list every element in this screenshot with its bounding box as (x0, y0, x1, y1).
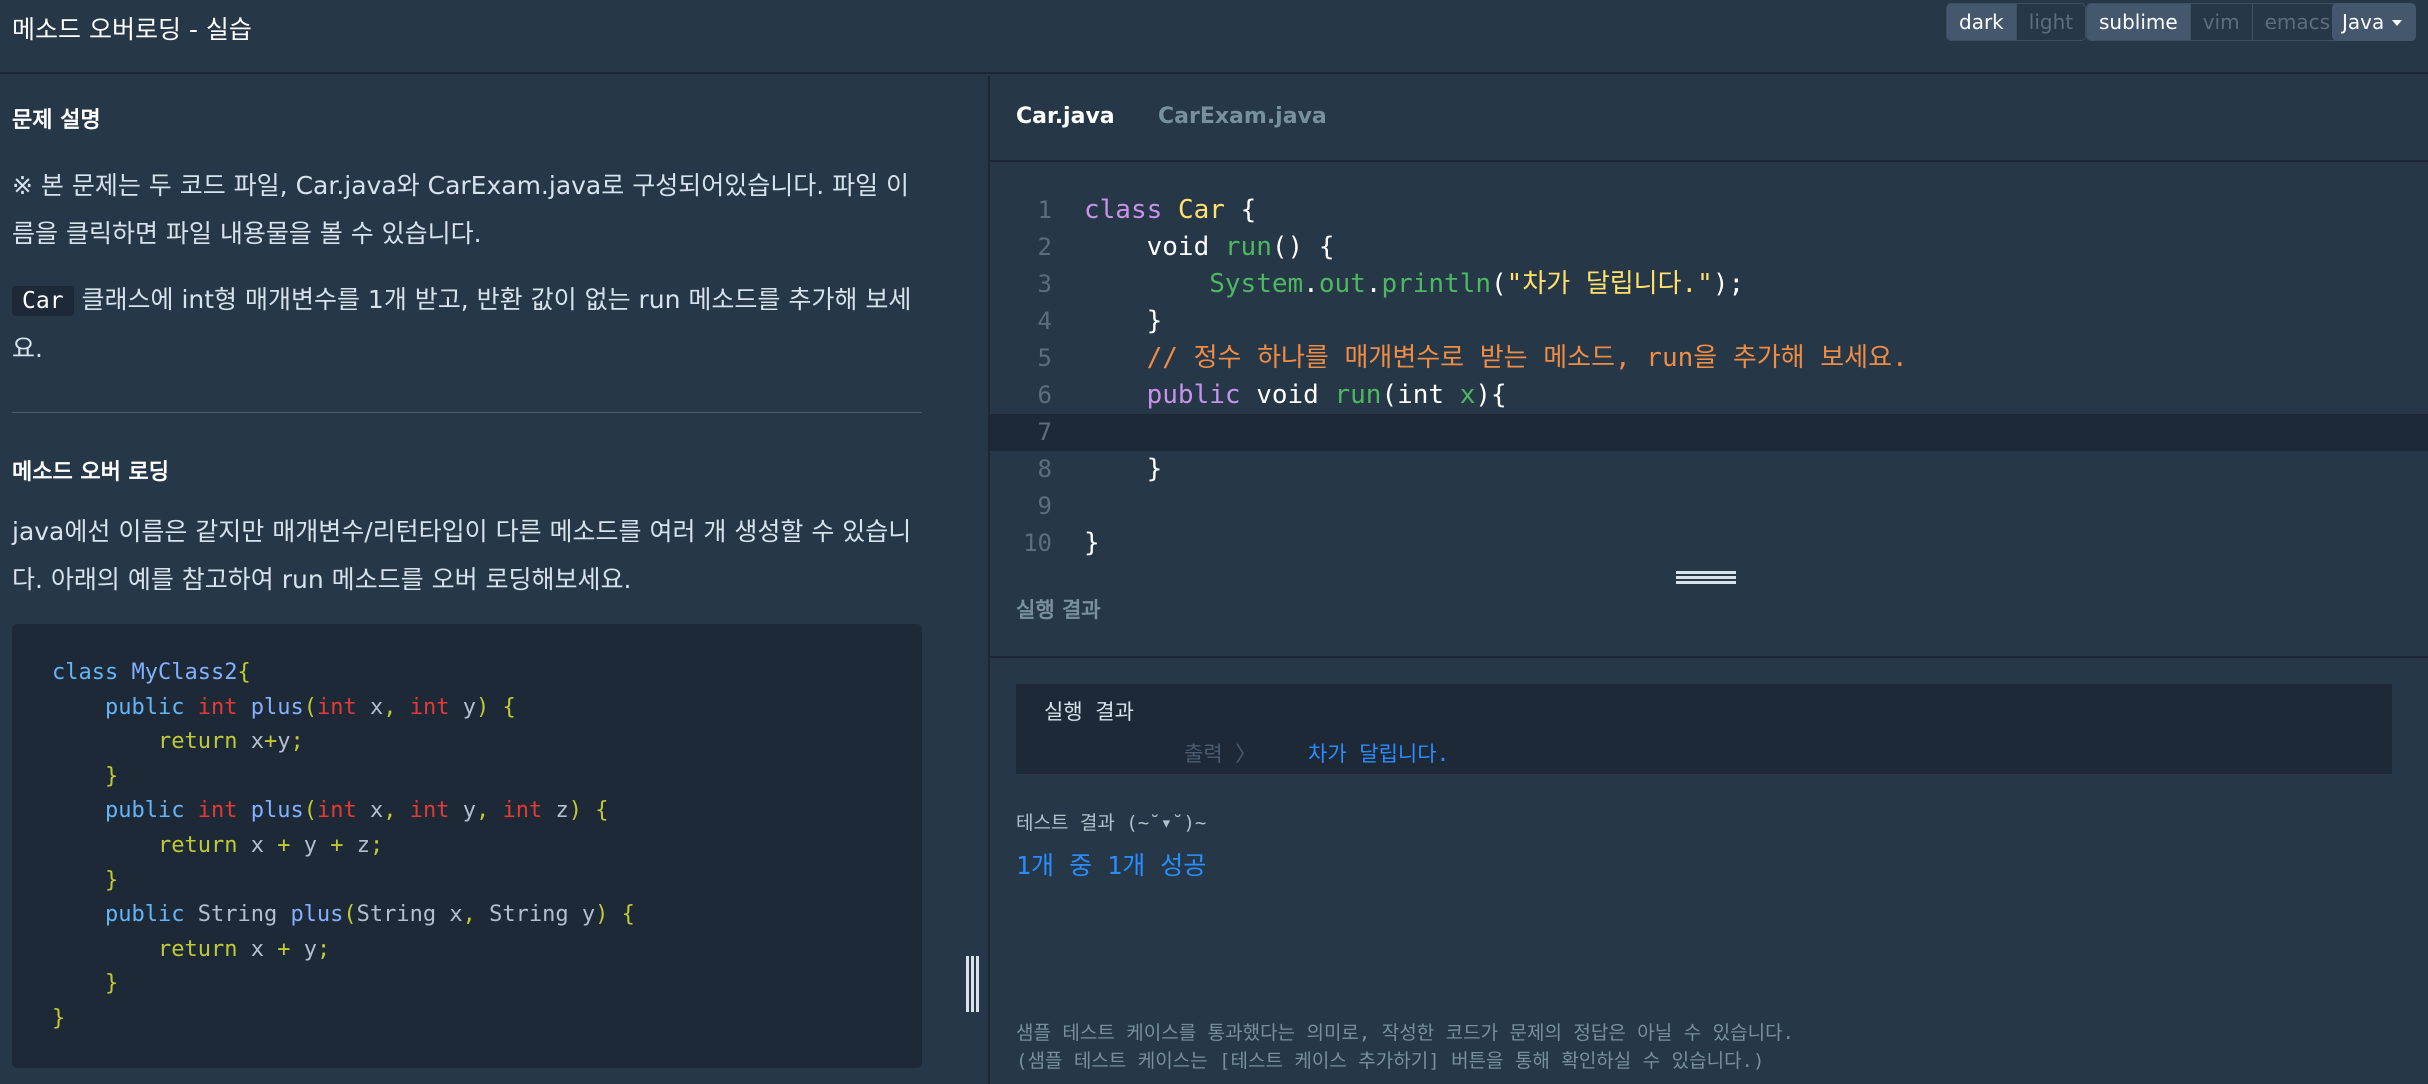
run-output-box: 실행 결과 출력 〉 차가 달립니다. (1016, 684, 2392, 774)
editor-code-lines[interactable]: class Car { void run() { System.out.prin… (988, 192, 2428, 572)
example-code-line: } (104, 971, 119, 997)
language-select[interactable]: Java (2332, 3, 2416, 41)
editor-code-line-10: } (1084, 528, 1100, 558)
horizontal-resize-handle[interactable] (1676, 571, 1736, 587)
line-number: 4 (1037, 307, 1052, 335)
result-header-label: 실행 결과 (1016, 598, 1101, 622)
line-number: 3 (1037, 270, 1052, 298)
example-code-line: public int plus(int x, int y) { (104, 694, 516, 720)
problem-intro: ※ 본 문제는 두 코드 파일, Car.java와 CarExam.java로… (12, 171, 910, 248)
tab-car-java[interactable]: Car.java (1016, 104, 1115, 129)
vertical-resize-handle[interactable] (966, 956, 980, 1012)
language-select-value: Java (2342, 10, 2385, 34)
problem-task: Car 클래스에 int형 매개변수를 1개 받고, 반환 값이 없는 run … (12, 276, 924, 373)
page-title: 메소드 오버로딩 - 실습 (12, 15, 252, 44)
line-number: 9 (1037, 492, 1052, 520)
keymap-sublime-button[interactable]: sublime (2087, 4, 2191, 40)
example-code-line: public String plus(String x, String y) { (104, 902, 635, 928)
test-pass-count: 1개 중 1개 성공 (1016, 851, 1207, 880)
example-code-line: return x + y + z; (157, 832, 384, 858)
result-note-1: 샘플 테스트 케이스를 통과했다는 의미로, 작성한 코드가 문제의 정답은 아… (1016, 1022, 1794, 1044)
example-code-line: class MyClass2{ (52, 660, 251, 685)
problem-panel[interactable]: 문제 설명 ※ 본 문제는 두 코드 파일, Car.java와 CarExam… (0, 76, 988, 1084)
example-code-line: } (104, 763, 119, 789)
keymap-toggle: sublime vim emacs (2086, 3, 2344, 41)
inline-code-car: Car (12, 286, 74, 316)
run-output-title: 실행 결과 (1044, 700, 1134, 724)
editor-code-line-4: } (1146, 306, 1163, 336)
line-number: 8 (1037, 455, 1052, 483)
example-code-line: } (104, 867, 119, 893)
theme-dark-button[interactable]: dark (1947, 4, 2017, 40)
editor-code-line-2: void run() { (1146, 232, 1335, 262)
overloading-heading: 메소드 오버 로딩 (12, 460, 169, 485)
keymap-vim-button[interactable]: vim (2190, 4, 2253, 40)
line-number: 6 (1037, 381, 1052, 409)
output-value: 차가 달립니다. (1308, 742, 1450, 766)
test-result-title: 테스트 결과 (~˘▾˘)~ (1016, 812, 1207, 834)
problem-description-heading: 문제 설명 (12, 108, 101, 133)
output-label: 출력 〉 (1184, 742, 1257, 766)
example-code-line: return x+y; (157, 729, 304, 755)
line-number: 10 (1023, 529, 1052, 557)
editor-code-line-5: // 정수 하나를 매개변수로 받는 메소드, run을 추가해 보세요. (1146, 343, 1908, 373)
example-code-line: return x + y; (157, 936, 331, 962)
caret-down-icon (2392, 20, 2402, 26)
example-code-line: public int plus(int x, int y, int z) { (104, 798, 609, 824)
overloading-description: java에선 이름은 같지만 매개변수/리턴타입이 다른 메소드를 여러 개 생… (12, 517, 912, 594)
editor-code-line-3: System.out.println("차가 달립니다."); (1209, 269, 1745, 299)
editor-code-line-6: public void run(int x){ (1146, 380, 1507, 410)
section-divider (12, 412, 922, 413)
theme-toggle: dark light (1946, 3, 2087, 41)
problem-task-text: 클래스에 int형 매개변수를 1개 받고, 반환 값이 없는 run 메소드를… (12, 285, 912, 363)
line-number: 2 (1037, 233, 1052, 261)
result-body: 실행 결과 출력 〉 차가 달립니다. 테스트 결과 (~˘▾˘)~ 1개 중 … (990, 660, 2428, 1084)
line-number: 7 (1037, 418, 1052, 446)
example-code-block: class MyClass2{ public int plus(int x, i… (12, 624, 922, 1068)
line-number: 1 (1037, 196, 1052, 224)
top-header: 메소드 오버로딩 - 실습 dark light sublime vim ema… (0, 0, 2428, 74)
keymap-emacs-button[interactable]: emacs (2252, 4, 2343, 40)
line-number: 5 (1037, 344, 1052, 372)
editor-code-line-1: class Car { (1084, 195, 1257, 225)
tab-carexam-java[interactable]: CarExam.java (1158, 104, 1327, 129)
example-code-line: } (52, 1005, 66, 1031)
file-tabs: Car.java CarExam.java (990, 76, 2428, 162)
line-numbers-gutter: 1 2 3 4 5 6 7 8 9 10 (988, 192, 1068, 572)
theme-light-button[interactable]: light (2016, 4, 2086, 40)
result-note-2: (샘플 테스트 케이스는 [테스트 케이스 추가하기] 버튼을 통해 확인하실 … (1016, 1050, 1765, 1072)
editor-code-line-8: } (1146, 454, 1163, 484)
